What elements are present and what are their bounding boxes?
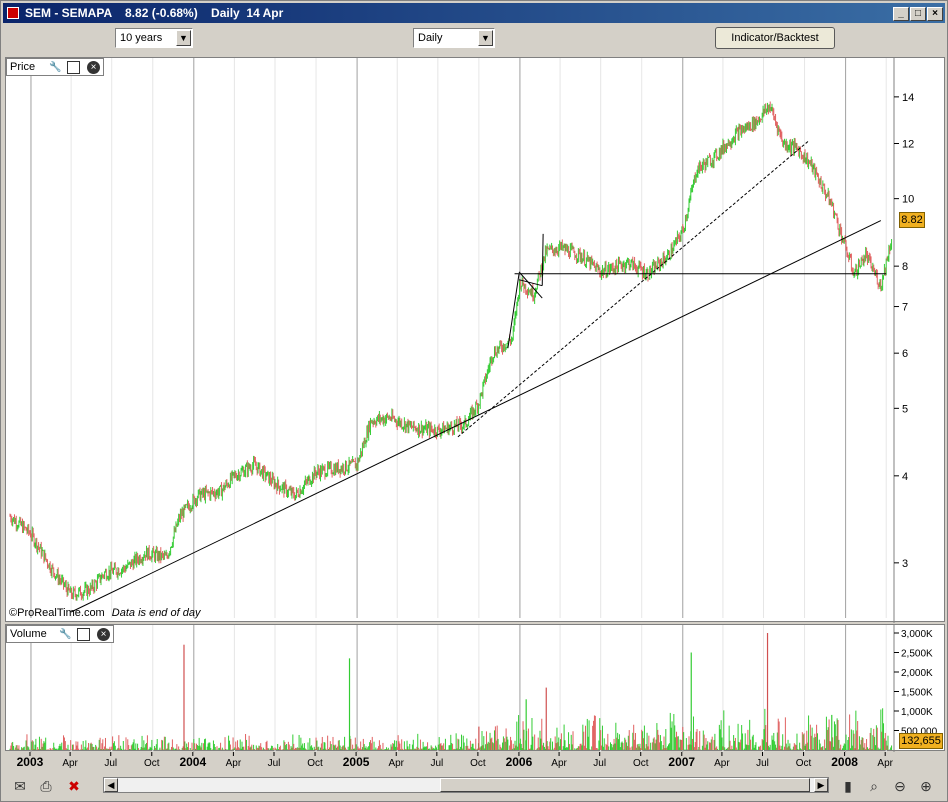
volume-panel-label: Volume: [10, 628, 47, 640]
indicator-backtest-button[interactable]: Indicator/Backtest: [715, 27, 835, 49]
y-tick-label: 12: [902, 139, 914, 151]
chevron-down-icon[interactable]: ▼: [176, 30, 191, 46]
x-tick-label: 2003: [17, 755, 44, 769]
delete-drawings-icon[interactable]: ✖: [63, 776, 85, 796]
time-scrollbar[interactable]: ◀ ▶: [103, 777, 829, 793]
y-tick-label: 10: [902, 194, 914, 206]
app-icon: [7, 7, 19, 19]
y-tick-label: 3: [902, 558, 908, 570]
x-tick-label: Oct: [633, 758, 649, 769]
trendline-support: [70, 220, 882, 613]
volume-y-tick-label: 3,000K: [901, 629, 933, 640]
title-bar: SEM - SEMAPA 8.82 (-0.68%) Daily 14 Apr …: [3, 3, 945, 23]
print-icon[interactable]: ⎙: [35, 776, 57, 796]
maximize-button[interactable]: □: [910, 7, 926, 21]
x-tick-label: 2005: [343, 755, 370, 769]
current-volume-badge: 132,655: [899, 733, 943, 749]
close-panel-icon[interactable]: ×: [97, 628, 110, 641]
minimize-button[interactable]: _: [893, 7, 909, 21]
close-panel-icon[interactable]: ×: [87, 61, 100, 74]
scroll-right-icon[interactable]: ▶: [814, 778, 828, 792]
x-tick-label: Jul: [268, 758, 281, 769]
volume-y-tick-label: 1,000K: [901, 707, 933, 718]
x-tick-label: Jul: [756, 758, 769, 769]
x-axis: 2003 Apr Jul Oct 2004 Apr Jul Oct 2005 Apr Jul Oct 2…: [17, 752, 894, 769]
x-tick-label: 2004: [179, 755, 206, 769]
y-tick-label: 8: [902, 261, 908, 273]
x-tick-label: Oct: [470, 758, 486, 769]
breakout-line: [541, 233, 544, 286]
volume-y-tick-label: 2,500K: [901, 649, 933, 660]
price-panel[interactable]: 3 4 5 6 7 8 10 12 14 Price 🔧 × ©ProRealTime.com …: [5, 57, 946, 623]
volume-panel[interactable]: 500,000 1,000K 1,500K 2,000K 2,500K 3,000K Vo…: [5, 624, 946, 752]
interval-select-value: Daily: [418, 32, 443, 44]
zoom-in-icon[interactable]: ⊕: [915, 776, 937, 796]
volume-chart[interactable]: 500,0001,000K1,500K2,000K2,500K3,000K: [6, 625, 946, 752]
period-select[interactable]: 10 years ▼: [115, 28, 193, 48]
close-button[interactable]: ×: [927, 7, 943, 21]
x-tick-label: Apr: [551, 758, 567, 769]
y-tick-label: 4: [902, 471, 908, 483]
wrench-icon[interactable]: 🔧: [49, 61, 62, 74]
trendline-dashed: [457, 140, 809, 438]
x-tick-label: Jul: [430, 758, 443, 769]
volume-panel-header: Volume 🔧 ×: [6, 625, 114, 643]
wrench-icon[interactable]: 🔧: [59, 628, 72, 641]
chart-bars-icon[interactable]: ▮: [837, 776, 859, 796]
toolbar: 10 years ▼ Daily ▼ Indicator/Backtest: [3, 24, 945, 52]
y-tick-label: 14: [902, 92, 914, 104]
price-panel-header: Price 🔧 ×: [6, 58, 104, 76]
window-icon[interactable]: [67, 61, 80, 74]
x-tick-label: Jul: [593, 758, 606, 769]
y-tick-label: 7: [902, 302, 908, 314]
x-tick-label: Apr: [388, 758, 404, 769]
app-window: SEM - SEMAPA 8.82 (-0.68%) Daily 14 Apr …: [0, 0, 948, 802]
x-tick-label: 2006: [506, 755, 533, 769]
zoom-out-icon[interactable]: ⊖: [889, 776, 911, 796]
mail-icon[interactable]: ✉: [9, 776, 31, 796]
x-tick-label: Oct: [796, 758, 812, 769]
x-tick-label: 2008: [831, 755, 858, 769]
watermark: ©ProRealTime.com Data is end of day: [9, 607, 200, 619]
volume-y-tick-label: 2,000K: [901, 668, 933, 679]
x-tick-label: Apr: [877, 758, 893, 769]
x-tick-label: Apr: [226, 758, 242, 769]
scroll-left-icon[interactable]: ◀: [104, 778, 118, 792]
window-icon[interactable]: [77, 628, 90, 641]
volume-y-tick-label: 1,500K: [901, 688, 933, 699]
price-panel-label: Price: [10, 61, 36, 73]
interval-select[interactable]: Daily ▼: [413, 28, 495, 48]
x-tick-label: Apr: [62, 758, 78, 769]
x-tick-label: Apr: [714, 758, 730, 769]
x-tick-label: Oct: [307, 758, 323, 769]
data-note: Data is end of day: [111, 607, 201, 619]
current-price-badge: 8.82: [899, 212, 925, 228]
chevron-down-icon[interactable]: ▼: [478, 30, 493, 46]
x-tick-label: Jul: [104, 758, 117, 769]
watermark-text: ©ProRealTime.com: [9, 607, 105, 619]
scrollbar-thumb[interactable]: [440, 778, 810, 792]
zoom-fit-icon[interactable]: ⌕: [863, 776, 885, 796]
x-tick-label: Oct: [144, 758, 160, 769]
x-tick-label: 2007: [668, 755, 695, 769]
y-tick-label: 6: [902, 348, 908, 360]
period-select-value: 10 years: [120, 32, 163, 44]
window-title: SEM - SEMAPA 8.82 (-0.68%) Daily 14 Apr: [25, 6, 284, 20]
price-chart[interactable]: 3 4 5 6 7 8 10 12 14: [6, 58, 946, 623]
y-tick-label: 5: [902, 403, 908, 415]
bottom-toolbar: ✉ ⎙ ✖ ◀ ▶ ▮ ⌕ ⊖ ⊕: [3, 771, 945, 801]
